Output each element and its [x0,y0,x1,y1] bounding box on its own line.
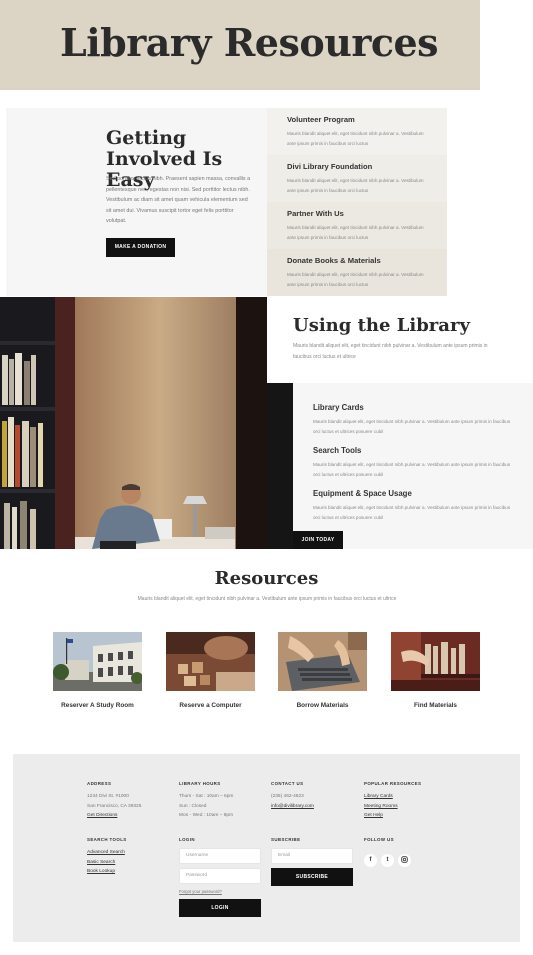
service-title: Library Cards [313,403,364,412]
contact-email-link[interactable]: info@divilibrary.com [271,802,356,812]
footer: Address 1234 Divi St. #1000 San Francisc… [13,754,520,942]
address-column: Address 1234 Divi St. #1000 San Francisc… [87,781,172,821]
contact-column: Contact Us (235) 462-4623 info@divilibra… [271,781,356,811]
facebook-icon[interactable]: f [364,854,377,867]
hours-line: Mon - Wed : 10am – 8pm [179,813,234,818]
address-line: 1234 Divi St. #1000 [87,794,129,799]
resource-card-label: Find Materials [414,702,457,709]
using-library-text: Mauris blandit aliquet elit, eget tincid… [293,343,488,360]
hours-column: Library Hours Thurs - Sat : 10am – 6pm S… [179,781,264,821]
service-text: Mauris blandit aliquet elit, eget tincid… [313,419,511,434]
program-title: Donate Books & Materials [287,256,381,265]
getting-involved-text: Sed porttitor lectus nibh. Praesent sapi… [106,176,251,224]
divider-bar [267,383,293,549]
program-title: Volunteer Program [287,115,355,124]
subscribe-button[interactable]: Subscribe [271,868,353,886]
follow-column: Follow Us ft [364,837,449,867]
resource-card-computer[interactable]: Reserve a Computer [166,632,255,709]
service-item[interactable]: Equipment & Space Usage Mauris blandit a… [313,489,518,523]
resource-card-borrow[interactable]: Borrow Materials [278,632,367,709]
program-text: Mauris blandit aliquet elit, eget tincid… [287,178,424,193]
get-directions-link[interactable]: Get Directions [87,811,172,821]
twitter-icon[interactable]: t [381,854,394,867]
popular-resources-column: Popular Resources Library Cards Meeting … [364,781,449,821]
contact-phone: (235) 462-4623 [271,794,304,799]
service-title: Equipment & Space Usage [313,489,412,498]
resources-heading: Resources [214,568,319,589]
password-input[interactable]: Password [179,868,261,884]
email-input[interactable]: Email [271,848,353,864]
subscribe-column: Subscribe Email Subscribe [271,837,356,886]
service-title: Search Tools [313,446,362,455]
search-tools-column: Search Tools Advanced Search Basic Searc… [87,837,172,877]
advanced-search-link[interactable]: Advanced Search [87,848,172,858]
computer-image [166,632,255,691]
service-item[interactable]: Library Cards Mauris blandit aliquet eli… [313,403,518,437]
book-lookup-link[interactable]: Book Lookup [87,867,172,877]
instagram-icon[interactable] [398,854,411,867]
program-item[interactable]: Partner With Us Mauris blandit aliquet e… [267,202,447,249]
address-line: San Francisco, CA 39325 [87,803,142,809]
borrow-materials-image [278,632,367,691]
hours-line: Sun : Closed [179,803,207,809]
address-heading: Address [87,781,112,786]
get-help-link[interactable]: Get Help [364,811,449,821]
program-item[interactable]: Divi Library Foundation Mauris blandit a… [267,155,447,202]
program-item[interactable]: Donate Books & Materials Mauris blandit … [267,249,447,296]
using-library-heading: Using the Library [293,315,470,336]
service-text: Mauris blandit aliquet elit, eget tincid… [313,505,511,520]
library-photo [0,297,267,549]
make-donation-button[interactable]: Make a Donation [106,238,175,257]
resource-card-label: Reserver A Study Room [61,702,134,709]
resource-card-find[interactable]: Find Materials [391,632,480,709]
hours-heading: Library Hours [179,781,221,786]
login-column: Login Username Password Forgot your pass… [179,837,264,917]
join-today-button[interactable]: Join Today [293,531,343,549]
program-title: Divi Library Foundation [287,162,373,171]
find-materials-image [391,632,480,691]
basic-search-link[interactable]: Basic Search [87,858,172,868]
resource-card-study-room[interactable]: Reserver A Study Room [53,632,142,709]
header-banner: Library Resources [0,0,480,90]
service-item[interactable]: Search Tools Mauris blandit aliquet elit… [313,446,518,480]
meeting-rooms-link[interactable]: Meeting Rooms [364,802,449,812]
resource-card-label: Reserve a Computer [179,702,242,709]
program-item[interactable]: Volunteer Program Mauris blandit aliquet… [267,108,447,155]
program-title: Partner With Us [287,209,344,218]
search-tools-heading: Search Tools [87,837,127,842]
resource-card-label: Borrow Materials [296,702,349,709]
library-cards-link[interactable]: Library Cards [364,792,449,802]
program-text: Mauris blandit aliquet elit, eget tincid… [287,272,424,287]
page-title: Library Resources [60,20,439,65]
popular-resources-heading: Popular Resources [364,781,422,786]
contact-heading: Contact Us [271,781,304,786]
resources-text: Mauris blandit aliquet elit, eget tincid… [137,596,397,602]
hours-line: Thurs - Sat : 10am – 6pm [179,794,234,799]
username-input[interactable]: Username [179,848,261,864]
program-text: Mauris blandit aliquet elit, eget tincid… [287,131,424,146]
getting-involved-section: Getting Involved Is Easy Sed porttitor l… [6,108,268,296]
follow-heading: Follow Us [364,837,394,842]
login-button[interactable]: Login [179,899,261,917]
program-text: Mauris blandit aliquet elit, eget tincid… [287,225,424,240]
programs-list: Volunteer Program Mauris blandit aliquet… [267,108,447,296]
login-heading: Login [179,837,195,842]
forgot-password-link[interactable]: Forgot your password? [179,888,264,895]
library-services-panel: Library Cards Mauris blandit aliquet eli… [293,383,533,549]
subscribe-heading: Subscribe [271,837,301,842]
service-text: Mauris blandit aliquet elit, eget tincid… [313,462,511,477]
study-room-image [53,632,142,691]
